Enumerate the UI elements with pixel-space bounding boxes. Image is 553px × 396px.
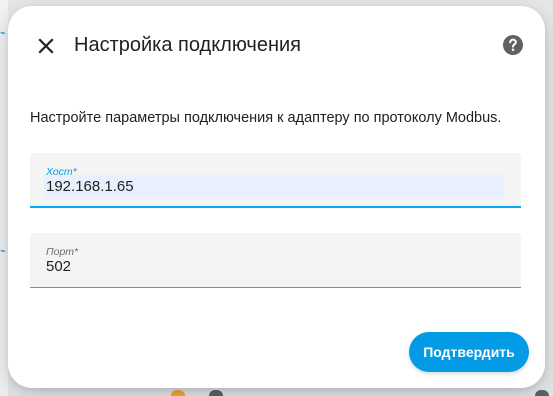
help-icon	[503, 35, 523, 55]
host-input[interactable]: 192.168.1.65	[46, 178, 134, 196]
close-button[interactable]	[30, 30, 62, 62]
background-indicator	[209, 390, 223, 396]
dialog-title: Настройка подключения	[74, 34, 301, 56]
background-fragment: ⌁	[0, 28, 6, 39]
dialog-header: Настройка подключения	[8, 6, 545, 84]
background-indicator	[535, 390, 549, 396]
background-indicator	[171, 390, 185, 396]
background-edge: ⌁ ⌁	[0, 0, 8, 396]
dialog-description: Настройте параметры подключения к адапте…	[30, 110, 502, 126]
host-field[interactable]: Хост* 192.168.1.65	[30, 153, 521, 208]
port-field-label: Порт*	[46, 246, 79, 258]
connection-settings-dialog: Настройка подключения Настройте параметр…	[8, 6, 545, 388]
background-fragment: ⌁	[0, 246, 6, 257]
confirm-button[interactable]: Подтвердить	[409, 332, 529, 372]
host-field-label: Хост*	[46, 166, 77, 178]
help-button[interactable]	[501, 33, 525, 57]
port-input[interactable]: 502	[46, 258, 71, 276]
port-field[interactable]: Порт* 502	[30, 233, 521, 288]
close-icon	[38, 38, 54, 54]
